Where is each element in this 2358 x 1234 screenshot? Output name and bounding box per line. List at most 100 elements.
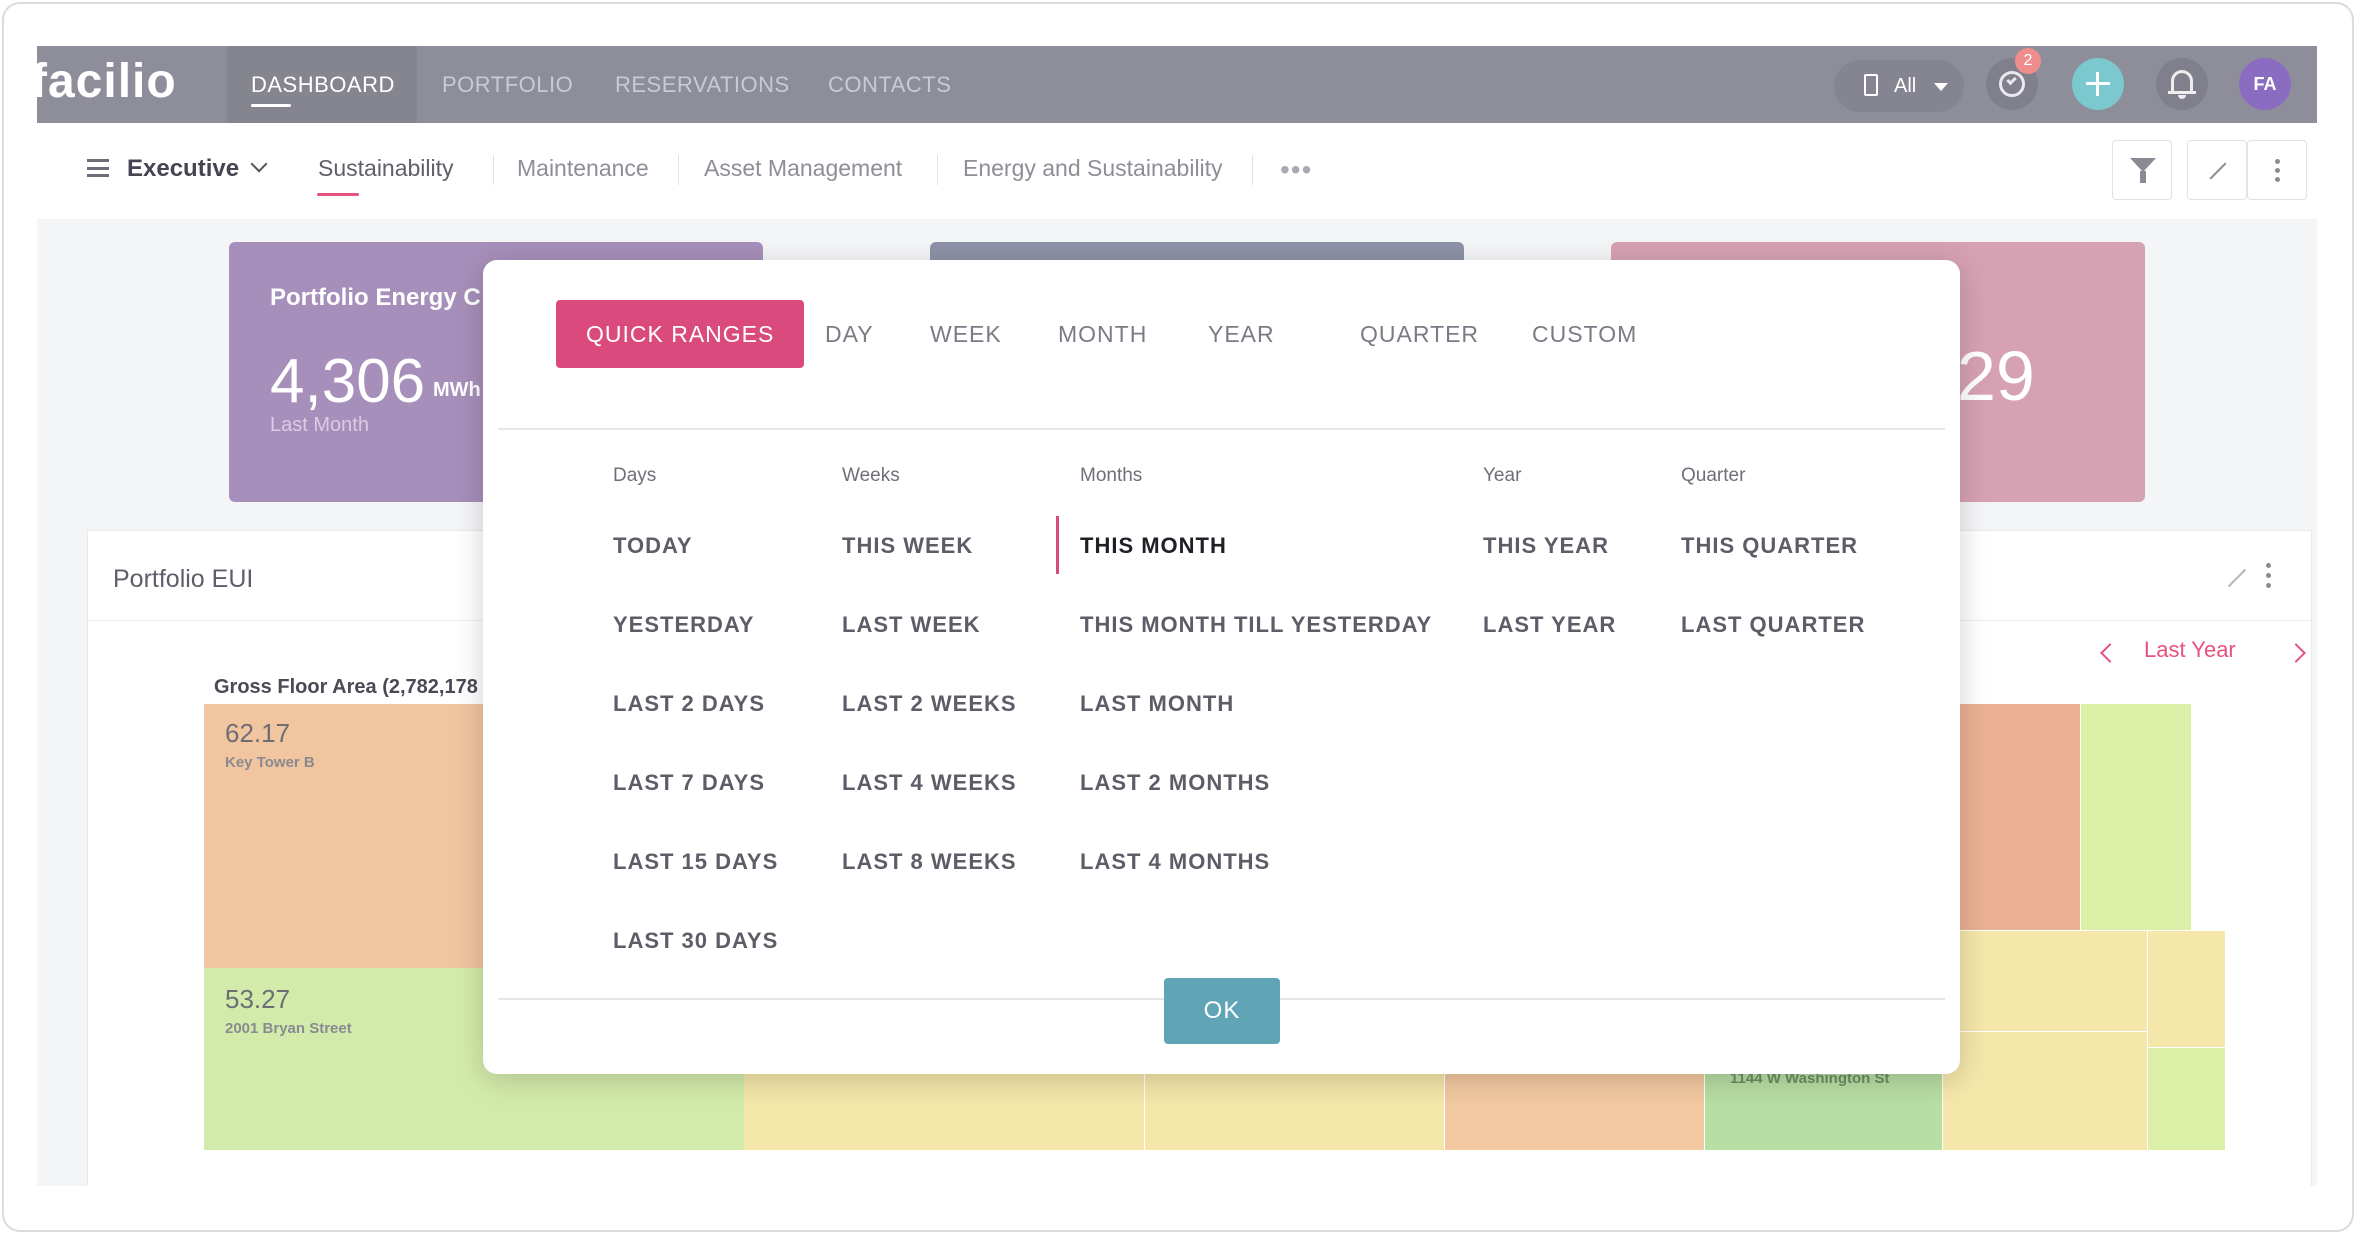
nav-tab-dashboard[interactable]: DASHBOARD [251, 72, 395, 98]
tab-separator [678, 155, 679, 185]
vertical-dots-icon [2275, 159, 2280, 164]
range-option-last-8-weeks[interactable]: LAST 8 WEEKS [842, 849, 1017, 875]
add-button[interactable] [2072, 58, 2124, 110]
chevron-down-icon[interactable] [250, 155, 268, 173]
nav-tab-reservations[interactable]: RESERVATIONS [615, 72, 790, 98]
treemap-tile-value: 53.27 [225, 984, 291, 1014]
filter-button[interactable] [2112, 140, 2172, 200]
nav-tab-contacts[interactable]: CONTACTS [828, 72, 951, 98]
notifications-button[interactable] [2156, 58, 2208, 110]
range-option-this-month-till-yesterday[interactable]: THIS MONTH TILL YESTERDAY [1080, 612, 1432, 638]
tab-day[interactable]: DAY [825, 300, 874, 368]
tab-separator [1252, 155, 1253, 185]
tab-separator [937, 155, 938, 185]
fullscreen-button[interactable] [2187, 140, 2247, 200]
range-option-last-2-months[interactable]: LAST 2 MONTHS [1080, 770, 1270, 796]
user-avatar[interactable]: FA [2239, 58, 2291, 110]
hamburger-menu-icon[interactable] [87, 159, 109, 177]
range-option-last-2-weeks[interactable]: LAST 2 WEEKS [842, 691, 1017, 717]
treemap-tile[interactable] [1943, 704, 2080, 930]
tab-quick-ranges[interactable]: QUICK RANGES [556, 300, 805, 368]
ok-button[interactable]: OK [1164, 978, 1280, 1044]
gross-floor-area-label: Gross Floor Area (2,782,178 [214, 676, 478, 698]
weeks-column-heading: Weeks [842, 465, 900, 486]
alarm-count-badge: 2 [2015, 48, 2041, 74]
tab-maintenance[interactable]: Maintenance [517, 155, 649, 182]
more-options-button[interactable] [2247, 140, 2307, 200]
quarter-column-heading: Quarter [1681, 465, 1746, 486]
months-column-heading: Months [1080, 465, 1143, 486]
tab-year[interactable]: YEAR [1208, 300, 1275, 368]
kpi-card-value-3: 29 [1957, 337, 2035, 415]
range-option-last-15-days[interactable]: LAST 15 DAYS [613, 849, 778, 875]
building-icon [1864, 74, 1878, 96]
treemap-tile[interactable] [2148, 1048, 2225, 1150]
range-option-this-month[interactable]: THIS MONTH [1080, 533, 1227, 559]
range-option-last-7-days[interactable]: LAST 7 DAYS [613, 770, 765, 796]
bell-icon [2171, 70, 2193, 92]
kpi-card-value: 4,306 [270, 347, 426, 416]
range-option-last-4-weeks[interactable]: LAST 4 WEEKS [842, 770, 1017, 796]
dashboard-folder-selector[interactable]: Executive [127, 155, 239, 183]
facilio-logo[interactable]: facilio [37, 54, 177, 109]
expand-icon [2209, 162, 2227, 180]
treemap-tile[interactable] [2148, 931, 2225, 1047]
bell-base [2168, 91, 2196, 94]
treemap-tile-value: 62.17 [225, 718, 291, 748]
treemap-tile-name: 2001 Bryan Street [225, 1020, 352, 1037]
expand-icon[interactable] [2227, 568, 2247, 588]
range-option-today[interactable]: TODAY [613, 533, 693, 559]
range-option-last-2-days[interactable]: LAST 2 DAYS [613, 691, 765, 717]
tab-asset-management[interactable]: Asset Management [704, 155, 902, 182]
range-option-last-30-days[interactable]: LAST 30 DAYS [613, 928, 778, 954]
range-label[interactable]: Last Year [2144, 637, 2236, 663]
range-option-this-year[interactable]: THIS YEAR [1483, 533, 1609, 559]
panel-title: Portfolio EUI [113, 565, 254, 593]
range-option-this-week[interactable]: THIS WEEK [842, 533, 973, 559]
range-option-last-year[interactable]: LAST YEAR [1483, 612, 1616, 638]
tab-active-underline [317, 193, 359, 196]
app-window: facilio DASHBOARD PORTFOLIO RESERVATIONS… [37, 46, 2317, 1186]
days-column-heading: Days [613, 465, 657, 486]
treemap-tile[interactable] [1445, 1071, 1704, 1150]
more-tabs-button[interactable]: ••• [1280, 156, 1312, 184]
nav-active-underline [251, 104, 291, 107]
selected-option-indicator [1056, 516, 1059, 574]
treemap-tile[interactable] [744, 1071, 1144, 1150]
kpi-card-subtitle: Last Month [270, 414, 369, 436]
tab-sustainability[interactable]: Sustainability [318, 155, 454, 182]
treemap-tile[interactable] [1145, 1071, 1444, 1150]
tab-quarter[interactable]: QUARTER [1360, 300, 1479, 368]
range-option-last-quarter[interactable]: LAST QUARTER [1681, 612, 1865, 638]
kpi-card-unit: MWh [433, 379, 481, 401]
tab-week[interactable]: WEEK [930, 300, 1002, 368]
modal-divider [498, 428, 1945, 430]
window-frame: facilio DASHBOARD PORTFOLIO RESERVATIONS… [2, 2, 2354, 1232]
treemap-tile[interactable] [2081, 704, 2191, 930]
funnel-icon [2130, 158, 2156, 172]
range-option-last-4-months[interactable]: LAST 4 MONTHS [1080, 849, 1270, 875]
nav-tab-portfolio[interactable]: PORTFOLIO [442, 72, 573, 98]
tab-month[interactable]: MONTH [1058, 300, 1147, 368]
bell-clapper [2178, 95, 2186, 99]
caret-down-icon [1934, 83, 1948, 91]
range-option-this-quarter[interactable]: THIS QUARTER [1681, 533, 1858, 559]
tab-separator [493, 155, 494, 185]
year-column-heading: Year [1483, 465, 1522, 486]
range-option-yesterday[interactable]: YESTERDAY [613, 612, 754, 638]
range-option-last-month[interactable]: LAST MONTH [1080, 691, 1234, 717]
treemap-tile[interactable] [1943, 931, 2147, 1031]
site-filter-dropdown[interactable]: All [1834, 60, 1964, 112]
date-range-picker-modal: QUICK RANGES DAY WEEK MONTH YEAR QUARTER… [483, 260, 1960, 1074]
site-filter-value: All [1894, 75, 1917, 97]
treemap-tile-name: Key Tower B [225, 754, 315, 771]
funnel-stem [2140, 171, 2146, 183]
range-option-last-week[interactable]: LAST WEEK [842, 612, 981, 638]
kpi-card-title: Portfolio Energy C [270, 284, 481, 311]
tab-custom[interactable]: CUSTOM [1532, 300, 1637, 368]
vertical-dots-icon[interactable] [2266, 563, 2271, 568]
treemap-tile[interactable] [1943, 1032, 2147, 1150]
dashboard-subheader: Executive Sustainability Maintenance Ass… [37, 123, 2317, 219]
tab-energy-and-sustainability[interactable]: Energy and Sustainability [963, 155, 1223, 182]
top-nav-bar: facilio DASHBOARD PORTFOLIO RESERVATIONS… [37, 46, 2317, 123]
